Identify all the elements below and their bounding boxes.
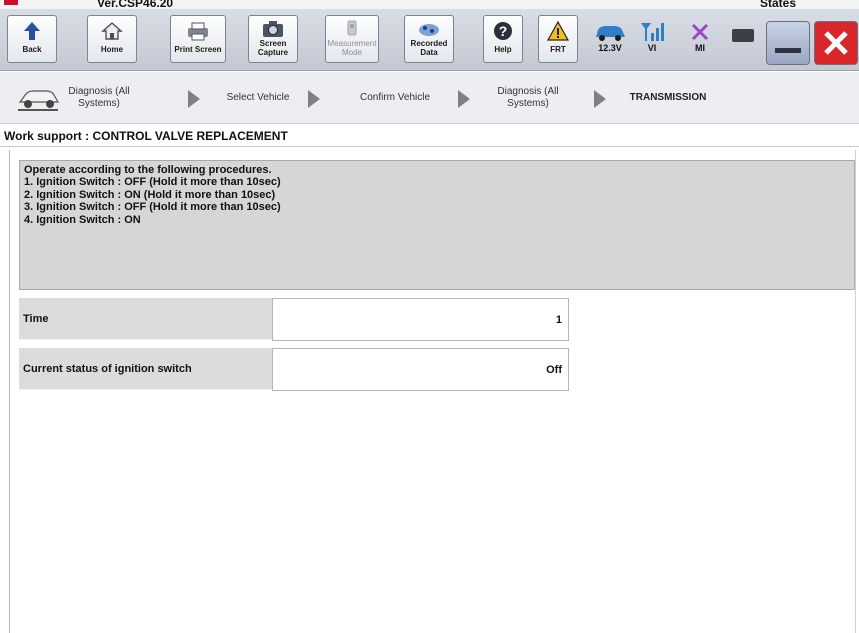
battery-voltage-indicator: 12.3V [590,21,630,53]
help-button[interactable]: ? Help [483,15,523,63]
car-lift-icon [14,80,62,121]
page-title: Work support : CONTROL VALVE REPLACEMENT [4,129,288,143]
connector-icon [732,29,754,42]
vi-label: VI [647,43,657,53]
home-button[interactable]: Home [87,15,137,63]
close-icon [821,28,851,63]
breadcrumb: Diagnosis (All Systems) Select Vehicle C… [0,72,859,124]
screen-capture-button[interactable]: Screen Capture [248,15,298,63]
screen-capture-label-1: Screen [259,39,287,48]
breadcrumb-diagnosis-all-systems[interactable]: Diagnosis (All Systems) [64,86,134,110]
instruction-line: 4. Ignition Switch : ON [24,213,141,226]
instruction-line: 1. Ignition Switch : OFF (Hold it more t… [24,176,281,189]
title-bar: Ver.CSP46.20 States [0,0,859,9]
crumb4-line1: Diagnosis (All [497,86,559,97]
measurement-label-1: Measurement [327,39,377,48]
mi-indicator: MI [684,21,716,53]
frt-button[interactable]: FRT [538,15,578,63]
breadcrumb-transmission[interactable]: TRANSMISSION [620,92,716,104]
time-value: 1 [272,298,569,341]
instructions-panel: Operate according to the following proce… [19,160,855,290]
breadcrumb-arrow-icon [188,90,200,108]
minimize-icon [775,48,801,53]
instruction-line: Operate according to the following proce… [24,164,272,176]
content-right-border [855,150,856,633]
breadcrumb-confirm-vehicle[interactable]: Confirm Vehicle [350,92,440,104]
title-right-text: States [760,0,797,9]
time-label: Time [19,298,272,340]
screen-capture-label-2: Capture [257,48,289,57]
warning-icon [539,19,577,45]
car-icon [590,21,630,43]
vi-indicator: VI [636,21,668,53]
breadcrumb-arrow-icon [458,90,470,108]
disconnected-x-icon [684,21,716,43]
back-arrow-icon [8,19,56,45]
voltage-label: 12.3V [598,43,622,53]
recorded-data-button[interactable]: Recorded Data [404,15,454,63]
recorded-label-1: Recorded [410,39,448,48]
measurement-label-2: Mode [341,48,362,57]
back-button[interactable]: Back [7,15,57,63]
minimize-button[interactable] [766,21,810,65]
frt-label: FRT [550,45,566,54]
ignition-status-value: Off [272,348,569,391]
breadcrumb-arrow-icon [594,90,606,108]
app-logo [4,0,18,5]
ignition-status-label: Current status of ignition switch [19,348,272,390]
home-label: Home [100,45,124,54]
mi-label: MI [695,43,705,53]
help-label: Help [494,45,512,54]
breadcrumb-arrow-icon [308,90,320,108]
printer-icon [171,19,225,45]
camera-icon [249,19,297,39]
toolbar: Back Home Print Screen Screen Capture Me… [0,9,859,71]
content-left-border [9,150,10,633]
print-screen-label: Print Screen [174,45,222,54]
home-icon [88,19,136,45]
crumb1-line1: Diagnosis (All [68,86,130,97]
instruction-line: 2. Ignition Switch : ON (Hold it more th… [24,188,276,201]
crumb1-line2: Systems) [78,98,120,109]
crumb4-line2: Systems) [507,98,549,109]
help-icon: ? [484,19,522,45]
measurement-mode-button[interactable]: Measurement Mode [325,15,379,63]
measurement-icon [326,19,378,39]
recorded-data-icon [405,19,453,39]
version-label: Ver.CSP46.20 [97,0,174,9]
divider [0,146,859,147]
recorded-label-2: Data [420,48,438,57]
back-label: Back [22,45,42,54]
signal-icon [636,21,668,43]
breadcrumb-select-vehicle[interactable]: Select Vehicle [218,92,298,104]
breadcrumb-diagnosis-all-systems-2[interactable]: Diagnosis (All Systems) [488,86,568,110]
close-button[interactable] [814,21,858,65]
svg-text:?: ? [499,23,508,39]
instruction-line: 3. Ignition Switch : OFF (Hold it more t… [24,201,281,214]
print-screen-button[interactable]: Print Screen [170,15,226,63]
